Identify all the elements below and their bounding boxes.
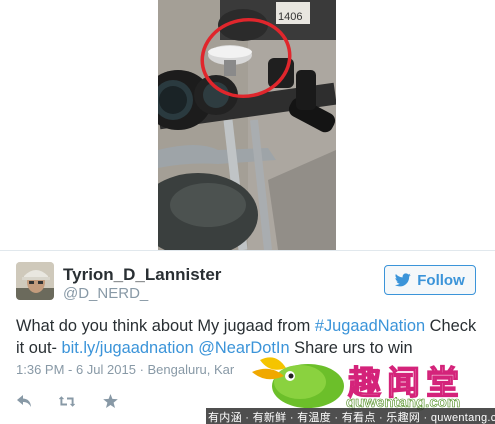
author-display-name[interactable]: Tyrion_D_Lannister (63, 265, 221, 285)
tweet-text-segment: What do you think about My jugaad from (16, 317, 315, 335)
tweet-media: 1406 (0, 0, 495, 250)
embedded-photo[interactable]: 1406 (158, 0, 336, 250)
star-icon (102, 394, 118, 408)
plate-number: 1406 (278, 11, 302, 23)
favorite-button[interactable] (102, 393, 118, 409)
url-link[interactable]: bit.ly/jugaadnation (62, 339, 194, 357)
retweet-icon (59, 395, 75, 407)
watermark-strip-text: 有内涵 · 有新鲜 · 有温度 · 有看点 · 乐趣网 · quwentang.… (208, 412, 495, 424)
reply-icon (16, 394, 31, 407)
hashtag-link[interactable]: #JugaadNation (315, 317, 425, 335)
tweet-timestamp[interactable]: 1:36 PM - 6 Jul 2015 · Bengaluru, Kar (16, 362, 234, 377)
retweet-button[interactable] (59, 393, 75, 409)
reply-button[interactable] (16, 393, 32, 409)
twitter-bird-icon (395, 273, 411, 287)
author-handle[interactable]: @D_NERD_ (63, 285, 148, 302)
avatar[interactable] (16, 262, 54, 300)
tweet-actions (16, 391, 145, 411)
site-watermark: 趣闻堂 quwentang.com 有内涵 · 有新鲜 · 有温度 · 有看点 … (206, 350, 495, 424)
motorcycle-handlebar-photo: 1406 (158, 0, 336, 250)
media-divider (0, 250, 495, 251)
follow-button[interactable]: Follow (384, 265, 476, 295)
follow-label: Follow (417, 271, 465, 289)
user-avatar-icon (16, 262, 54, 300)
